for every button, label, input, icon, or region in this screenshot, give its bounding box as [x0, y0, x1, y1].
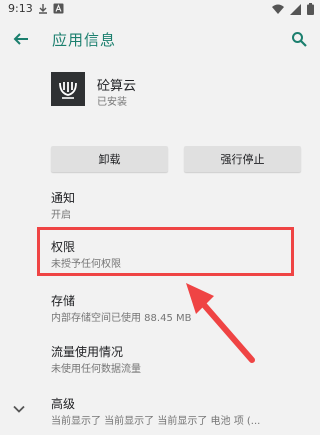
- notification-a-icon: [53, 3, 64, 14]
- settings-item-subtitle: 未使用任何数据流量: [51, 364, 141, 375]
- settings-item-title: 存储: [51, 294, 76, 308]
- force-stop-button[interactable]: 强行停止: [184, 146, 301, 172]
- app-bar: 应用信息: [0, 20, 320, 58]
- settings-item-advanced[interactable]: 高级 当前显示了 当前显示了 当前显示了 电池 项 (...: [51, 397, 260, 429]
- status-left-icons: [38, 3, 64, 14]
- signal-icon: [290, 3, 301, 15]
- settings-item-title: 通知: [51, 191, 76, 205]
- settings-item-storage[interactable]: 存储 内部存储空间已使用 88.45 MB: [51, 294, 191, 326]
- search-button[interactable]: [286, 26, 312, 52]
- settings-item-subtitle: 开启: [51, 210, 71, 221]
- app-icon: [51, 72, 85, 106]
- app-logo-icon: [59, 82, 77, 99]
- back-button[interactable]: [8, 26, 34, 52]
- chevron-down-icon[interactable]: [12, 402, 26, 416]
- settings-item-title: 流量使用情况: [51, 345, 124, 359]
- status-time: 9:13: [8, 2, 33, 15]
- app-install-status: 已安装: [97, 97, 127, 108]
- search-icon: [292, 32, 307, 47]
- settings-item-subtitle: 内部存储空间已使用 88.45 MB: [51, 313, 192, 324]
- download-icon: [39, 4, 47, 14]
- settings-item-data-usage[interactable]: 流量使用情况 未使用任何数据流量: [51, 345, 141, 377]
- settings-item-notifications[interactable]: 通知 开启: [51, 191, 75, 223]
- status-bar: 9:13: [0, 0, 320, 20]
- battery-icon: [307, 3, 314, 15]
- highlight-box: [37, 227, 294, 276]
- app-name: 砼算云: [97, 79, 137, 94]
- settings-item-title: 高级: [51, 397, 76, 411]
- uninstall-button[interactable]: 卸载: [51, 146, 168, 172]
- app-header: 砼算云 已安装: [0, 58, 320, 130]
- page-title: 应用信息: [52, 31, 117, 49]
- wifi-icon: [272, 4, 284, 14]
- back-arrow-icon: [13, 33, 28, 45]
- settings-item-subtitle: 当前显示了 当前显示了 当前显示了 电池 项 (...: [51, 416, 261, 427]
- status-right-icons: [272, 3, 314, 15]
